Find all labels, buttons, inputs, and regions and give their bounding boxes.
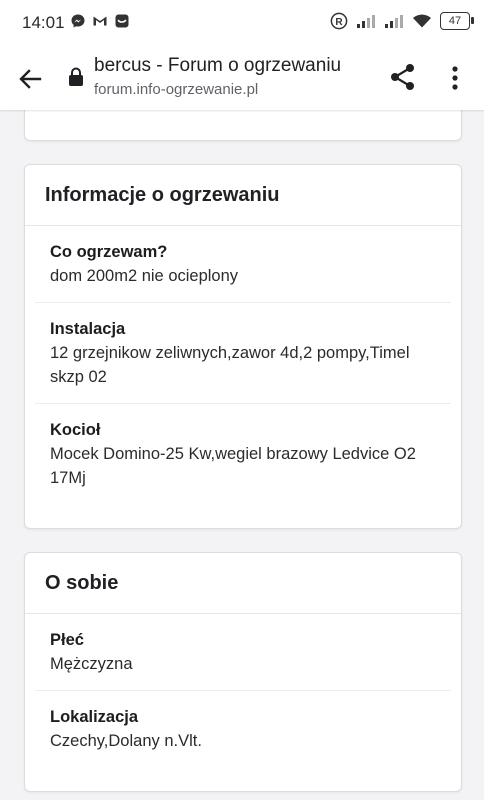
profile-card-partial: [24, 110, 462, 141]
notification-icons: [70, 13, 130, 29]
field-installation: Instalacja 12 grzejnikow zeliwnych,zawor…: [35, 303, 451, 404]
more-options-icon[interactable]: [444, 62, 466, 94]
battery-icon: 47: [440, 12, 474, 30]
field-location: Lokalizacja Czechy,Dolany n.Vlt.: [35, 691, 451, 767]
signal-icon: [385, 15, 403, 28]
gmail-icon: [93, 16, 107, 26]
page-url[interactable]: forum.info-ogrzewanie.pl: [94, 81, 258, 98]
wifi-icon: [413, 14, 431, 28]
field-value: Mocek Domino-25 Kw,wegiel brazowy Ledvic…: [50, 445, 416, 487]
back-arrow-icon[interactable]: [14, 63, 46, 95]
heating-info-card: Informacje o ogrzewaniu Co ogrzewam? dom…: [24, 164, 462, 529]
chat-icon: [115, 14, 129, 28]
field-label: Instalacja: [50, 320, 126, 338]
messenger-icon: [71, 14, 85, 28]
field-value: dom 200m2 nie ocieplony: [50, 267, 239, 285]
about-me-card: O sobie Płeć Mężczyzna Lokalizacja Czech…: [24, 552, 462, 792]
svg-text:R: R: [335, 17, 343, 28]
field-gender: Płeć Mężczyzna: [35, 614, 451, 691]
field-value: Mężczyzna: [50, 655, 133, 673]
system-icons: R 47: [330, 12, 474, 30]
field-value: 12 grzejnikow zeliwnych,zawor 4d,2 pompy…: [50, 344, 410, 386]
share-icon[interactable]: [386, 60, 420, 94]
heating-card-title: Informacje o ogrzewaniu: [25, 165, 461, 226]
browser-toolbar: bercus - Forum o ogrzewaniu forum.info-o…: [0, 46, 484, 110]
status-time: 14:01: [22, 13, 65, 32]
page-content: Informacje o ogrzewaniu Co ogrzewam? dom…: [0, 110, 484, 800]
field-label: Co ogrzewam?: [50, 243, 168, 261]
field-label: Lokalizacja: [50, 708, 139, 726]
field-label: Płeć: [50, 631, 84, 649]
lock-icon[interactable]: [66, 66, 86, 88]
page-title[interactable]: bercus - Forum o ogrzewaniu: [94, 55, 341, 77]
registered-icon: R: [330, 12, 348, 30]
status-bar: 14:01 R 47: [0, 0, 484, 46]
about-card-title: O sobie: [25, 553, 461, 614]
field-heated: Co ogrzewam? dom 200m2 nie ocieplony: [35, 226, 451, 303]
field-value: Czechy,Dolany n.Vlt.: [50, 732, 202, 750]
field-label: Kocioł: [50, 421, 101, 439]
field-boiler: Kocioł Mocek Domino-25 Kw,wegiel brazowy…: [35, 404, 451, 504]
signal-icon: [357, 15, 375, 28]
